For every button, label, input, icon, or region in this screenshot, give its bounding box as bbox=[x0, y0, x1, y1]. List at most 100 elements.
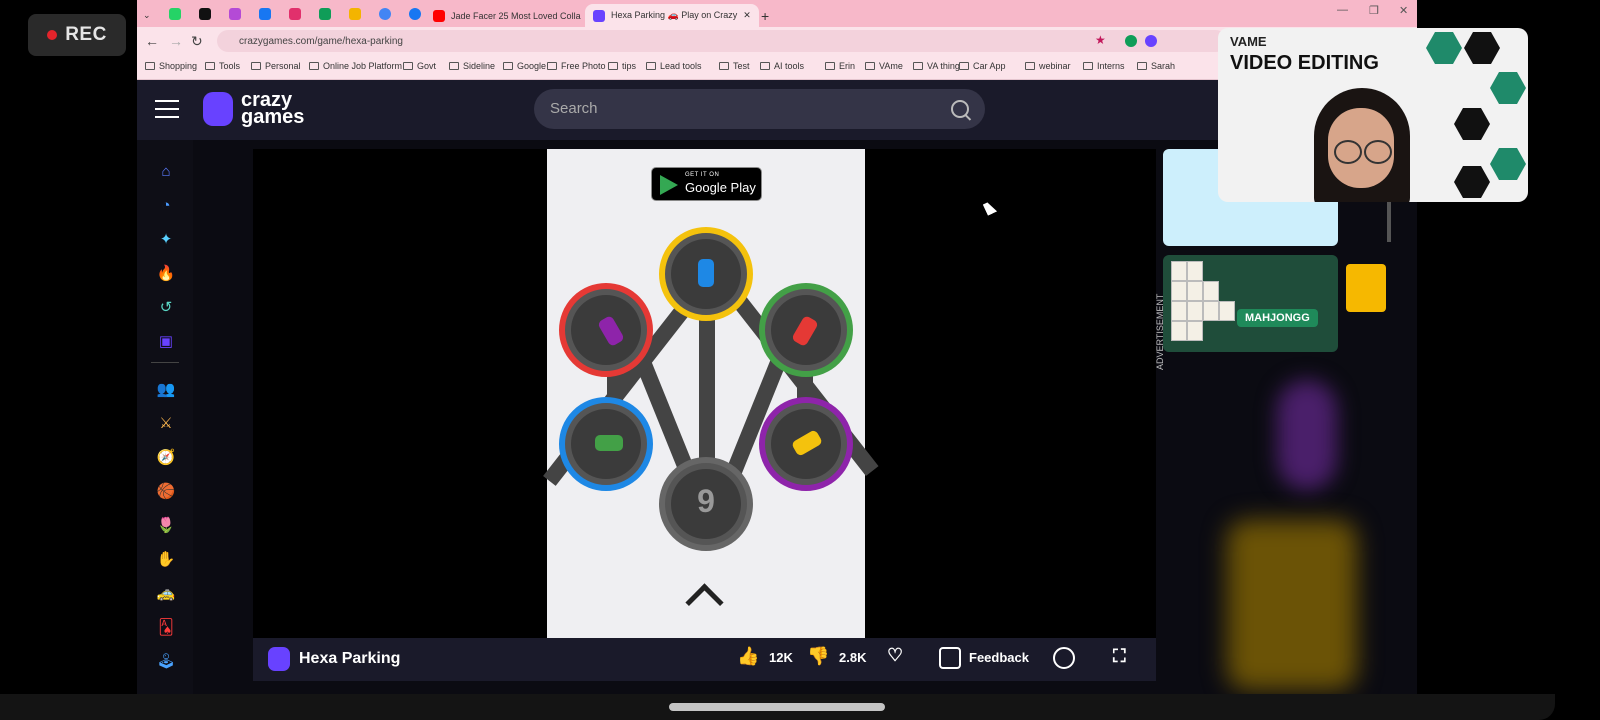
home-indicator[interactable] bbox=[669, 703, 885, 711]
minimize-icon[interactable]: — bbox=[1337, 4, 1348, 16]
sheets-tab-icon[interactable] bbox=[319, 8, 331, 20]
bookmark-item[interactable]: Lead tools bbox=[646, 61, 702, 71]
search-placeholder: Search bbox=[550, 100, 598, 117]
tab-icon[interactable] bbox=[199, 8, 211, 20]
new-sparkle-icon[interactable]: ✦ bbox=[157, 230, 175, 248]
originals-icon[interactable]: ▣ bbox=[157, 332, 175, 350]
instagram-tab-icon[interactable] bbox=[289, 8, 301, 20]
embed-icon[interactable] bbox=[1053, 647, 1075, 669]
whatsapp-tab-icon[interactable] bbox=[169, 8, 181, 20]
dislike-icon[interactable]: 👎 bbox=[807, 646, 829, 667]
recent-icon[interactable]: ◔ bbox=[157, 196, 175, 214]
bookmark-item[interactable]: Erin bbox=[825, 61, 855, 71]
google-play-badge[interactable]: GET IT ON Google Play bbox=[651, 167, 762, 201]
like-icon[interactable]: 👍 bbox=[737, 646, 759, 667]
bookmark-item[interactable]: VA thing bbox=[913, 61, 960, 71]
bookmark-item[interactable]: Shopping bbox=[145, 61, 197, 71]
blue-parking-ring[interactable] bbox=[559, 397, 653, 491]
bookmark-item[interactable]: Car App bbox=[959, 61, 1006, 71]
reload-icon[interactable]: ↻ bbox=[191, 33, 203, 50]
close-tab-icon[interactable]: ✕ bbox=[743, 10, 751, 21]
folder-icon bbox=[719, 62, 729, 70]
car-icon[interactable]: 🚕 bbox=[157, 584, 176, 602]
ad-image[interactable] bbox=[1227, 520, 1357, 690]
back-icon[interactable]: ← bbox=[145, 33, 159, 49]
heart-icon[interactable]: ♡ bbox=[887, 645, 903, 666]
glasses-icon bbox=[1364, 140, 1392, 164]
close-window-icon[interactable]: ✕ bbox=[1399, 4, 1408, 17]
tab-search-icon[interactable]: ⌄ bbox=[143, 4, 151, 27]
bookmark-item[interactable]: Interns bbox=[1083, 61, 1125, 71]
multiplayer-icon[interactable]: 👥 bbox=[157, 380, 176, 398]
tab-bar: ⌄ Jade Facer 25 Most Loved Colla ✕ Hexa … bbox=[137, 0, 1417, 27]
bookmark-item[interactable]: Google bbox=[503, 61, 546, 71]
crazygames-logo-icon[interactable] bbox=[203, 92, 233, 126]
bookmark-label: webinar bbox=[1039, 61, 1071, 71]
bookmark-item[interactable]: Tools bbox=[205, 61, 240, 71]
bookmark-item[interactable]: Online Job Platform bbox=[309, 61, 402, 71]
clicker-icon[interactable]: ✋ bbox=[157, 550, 176, 568]
green-car[interactable] bbox=[595, 435, 623, 451]
game-canvas[interactable]: GET IT ON Google Play 9 bbox=[253, 149, 1156, 638]
facebook-tab-icon[interactable] bbox=[409, 8, 421, 20]
adventure-compass-icon[interactable]: 🧭 bbox=[157, 448, 176, 466]
tab-icon[interactable] bbox=[229, 8, 241, 20]
controller-icon[interactable]: 🕹 bbox=[156, 652, 175, 670]
feedback-icon[interactable] bbox=[939, 647, 961, 669]
bookmark-label: Tools bbox=[219, 61, 241, 71]
blue-car[interactable] bbox=[698, 259, 714, 287]
bookmark-item[interactable]: tips bbox=[608, 61, 636, 71]
ad-badge[interactable] bbox=[1346, 264, 1386, 312]
purple-parking-ring[interactable] bbox=[759, 397, 853, 491]
ad-image[interactable] bbox=[1277, 380, 1337, 490]
yellow-parking-ring[interactable] bbox=[659, 227, 753, 321]
search-icon[interactable] bbox=[951, 100, 969, 118]
chevron-up-icon[interactable] bbox=[685, 583, 724, 622]
cards-icon[interactable]: 🂡 bbox=[157, 618, 175, 636]
bookmark-item[interactable]: webinar bbox=[1025, 61, 1071, 71]
bookmark-item[interactable]: Govt bbox=[403, 61, 436, 71]
meta-tab-icon[interactable] bbox=[259, 8, 271, 20]
bookmark-item[interactable]: Test bbox=[719, 61, 750, 71]
fullscreen-icon[interactable]: ⛶ bbox=[1113, 646, 1126, 667]
updated-icon[interactable]: ↺ bbox=[157, 298, 175, 316]
tab-youtube[interactable]: Jade Facer 25 Most Loved Colla ✕ bbox=[433, 4, 594, 27]
scrollbar[interactable] bbox=[1387, 200, 1391, 242]
trending-fire-icon[interactable]: 🔥 bbox=[157, 264, 176, 282]
basketball-icon[interactable]: 🏀 bbox=[157, 482, 176, 500]
folder-icon bbox=[503, 62, 513, 70]
search-input[interactable]: Search bbox=[534, 89, 985, 129]
red-parking-ring[interactable] bbox=[559, 283, 653, 377]
bookmark-item[interactable]: Personal bbox=[251, 61, 301, 71]
google-play-icon bbox=[660, 175, 678, 195]
bookmark-item[interactable]: VAme bbox=[865, 61, 903, 71]
folder-icon bbox=[251, 62, 261, 70]
menu-icon[interactable] bbox=[155, 100, 179, 120]
home-icon[interactable]: ⌂ bbox=[157, 162, 175, 180]
folder-icon bbox=[865, 62, 875, 70]
mahjong-thumbnail[interactable]: MAHJONGG bbox=[1163, 255, 1338, 352]
bookmark-item[interactable]: AI tools bbox=[760, 61, 804, 71]
bookmark-item[interactable]: Free Photo bbox=[547, 61, 606, 71]
forward-icon[interactable]: → bbox=[169, 33, 183, 49]
url-field[interactable]: crazygames.com/game/hexa-parking bbox=[217, 30, 1227, 52]
hexagon-decor bbox=[1426, 32, 1462, 64]
feedback-button[interactable]: Feedback bbox=[969, 650, 1029, 665]
action-sword-icon[interactable]: ⚔ bbox=[157, 414, 175, 432]
drive-tab-icon[interactable] bbox=[349, 8, 361, 20]
green-parking-ring[interactable] bbox=[759, 283, 853, 377]
bookmark-star-icon[interactable]: ★ bbox=[1095, 33, 1106, 47]
maximize-icon[interactable]: ❐ bbox=[1369, 4, 1379, 17]
tab-hexa-parking[interactable]: Hexa Parking 🚗 Play on Crazy ✕ bbox=[585, 4, 759, 27]
bookmark-item[interactable]: Sideline bbox=[449, 61, 495, 71]
bookmark-item[interactable]: Sarah bbox=[1137, 61, 1175, 71]
overlay-title: VIDEO EDITING bbox=[1230, 52, 1379, 74]
hexagon-decor bbox=[1490, 148, 1526, 180]
extension-icon[interactable] bbox=[1145, 35, 1157, 47]
casual-flower-icon[interactable]: 🌷 bbox=[157, 516, 176, 534]
tab-icon[interactable] bbox=[379, 8, 391, 20]
game-viewport[interactable]: GET IT ON Google Play 9 bbox=[543, 149, 879, 638]
extension-icon[interactable] bbox=[1125, 35, 1137, 47]
site-logo[interactable]: crazy games bbox=[241, 90, 304, 127]
new-tab-icon[interactable]: + bbox=[761, 4, 769, 27]
